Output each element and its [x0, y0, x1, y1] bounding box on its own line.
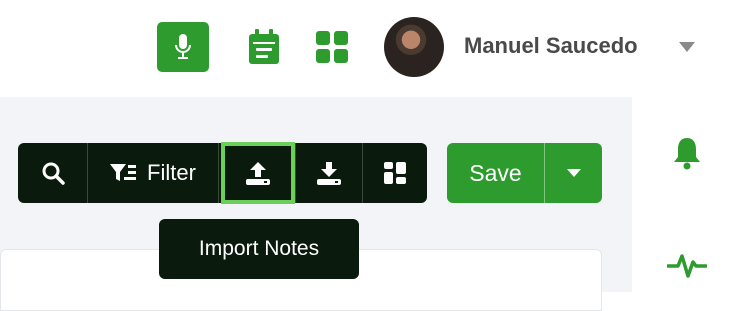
microphone-button[interactable]: [157, 22, 209, 72]
apps-grid-icon[interactable]: [315, 30, 349, 64]
microphone-icon: [175, 34, 191, 59]
save-button[interactable]: Save: [447, 143, 544, 203]
save-options-button[interactable]: [545, 143, 602, 203]
notes-toolbar: Filter: [18, 142, 427, 204]
import-notes-button[interactable]: [221, 142, 295, 204]
activity-icon[interactable]: [667, 250, 707, 280]
filter-label: Filter: [147, 160, 196, 185]
avatar[interactable]: [384, 17, 444, 77]
chevron-down-icon[interactable]: [678, 41, 696, 53]
upload-icon: [246, 162, 270, 185]
bell-icon[interactable]: [672, 136, 702, 170]
caret-down-icon: [566, 169, 581, 177]
search-button[interactable]: [18, 143, 87, 203]
search-icon: [42, 162, 65, 185]
user-name[interactable]: Manuel Saucedo: [464, 33, 638, 59]
import-notes-tooltip: Import Notes: [159, 219, 359, 279]
filter-icon: [110, 164, 137, 181]
layout-button[interactable]: [363, 143, 427, 203]
toolbar-divider: [218, 143, 219, 203]
filter-button[interactable]: Filter: [88, 143, 217, 203]
save-button-group: Save: [447, 143, 602, 203]
export-notes-button[interactable]: [296, 143, 362, 203]
layout-icon: [384, 162, 406, 184]
download-icon: [317, 162, 341, 185]
calendar-icon[interactable]: [247, 28, 281, 66]
